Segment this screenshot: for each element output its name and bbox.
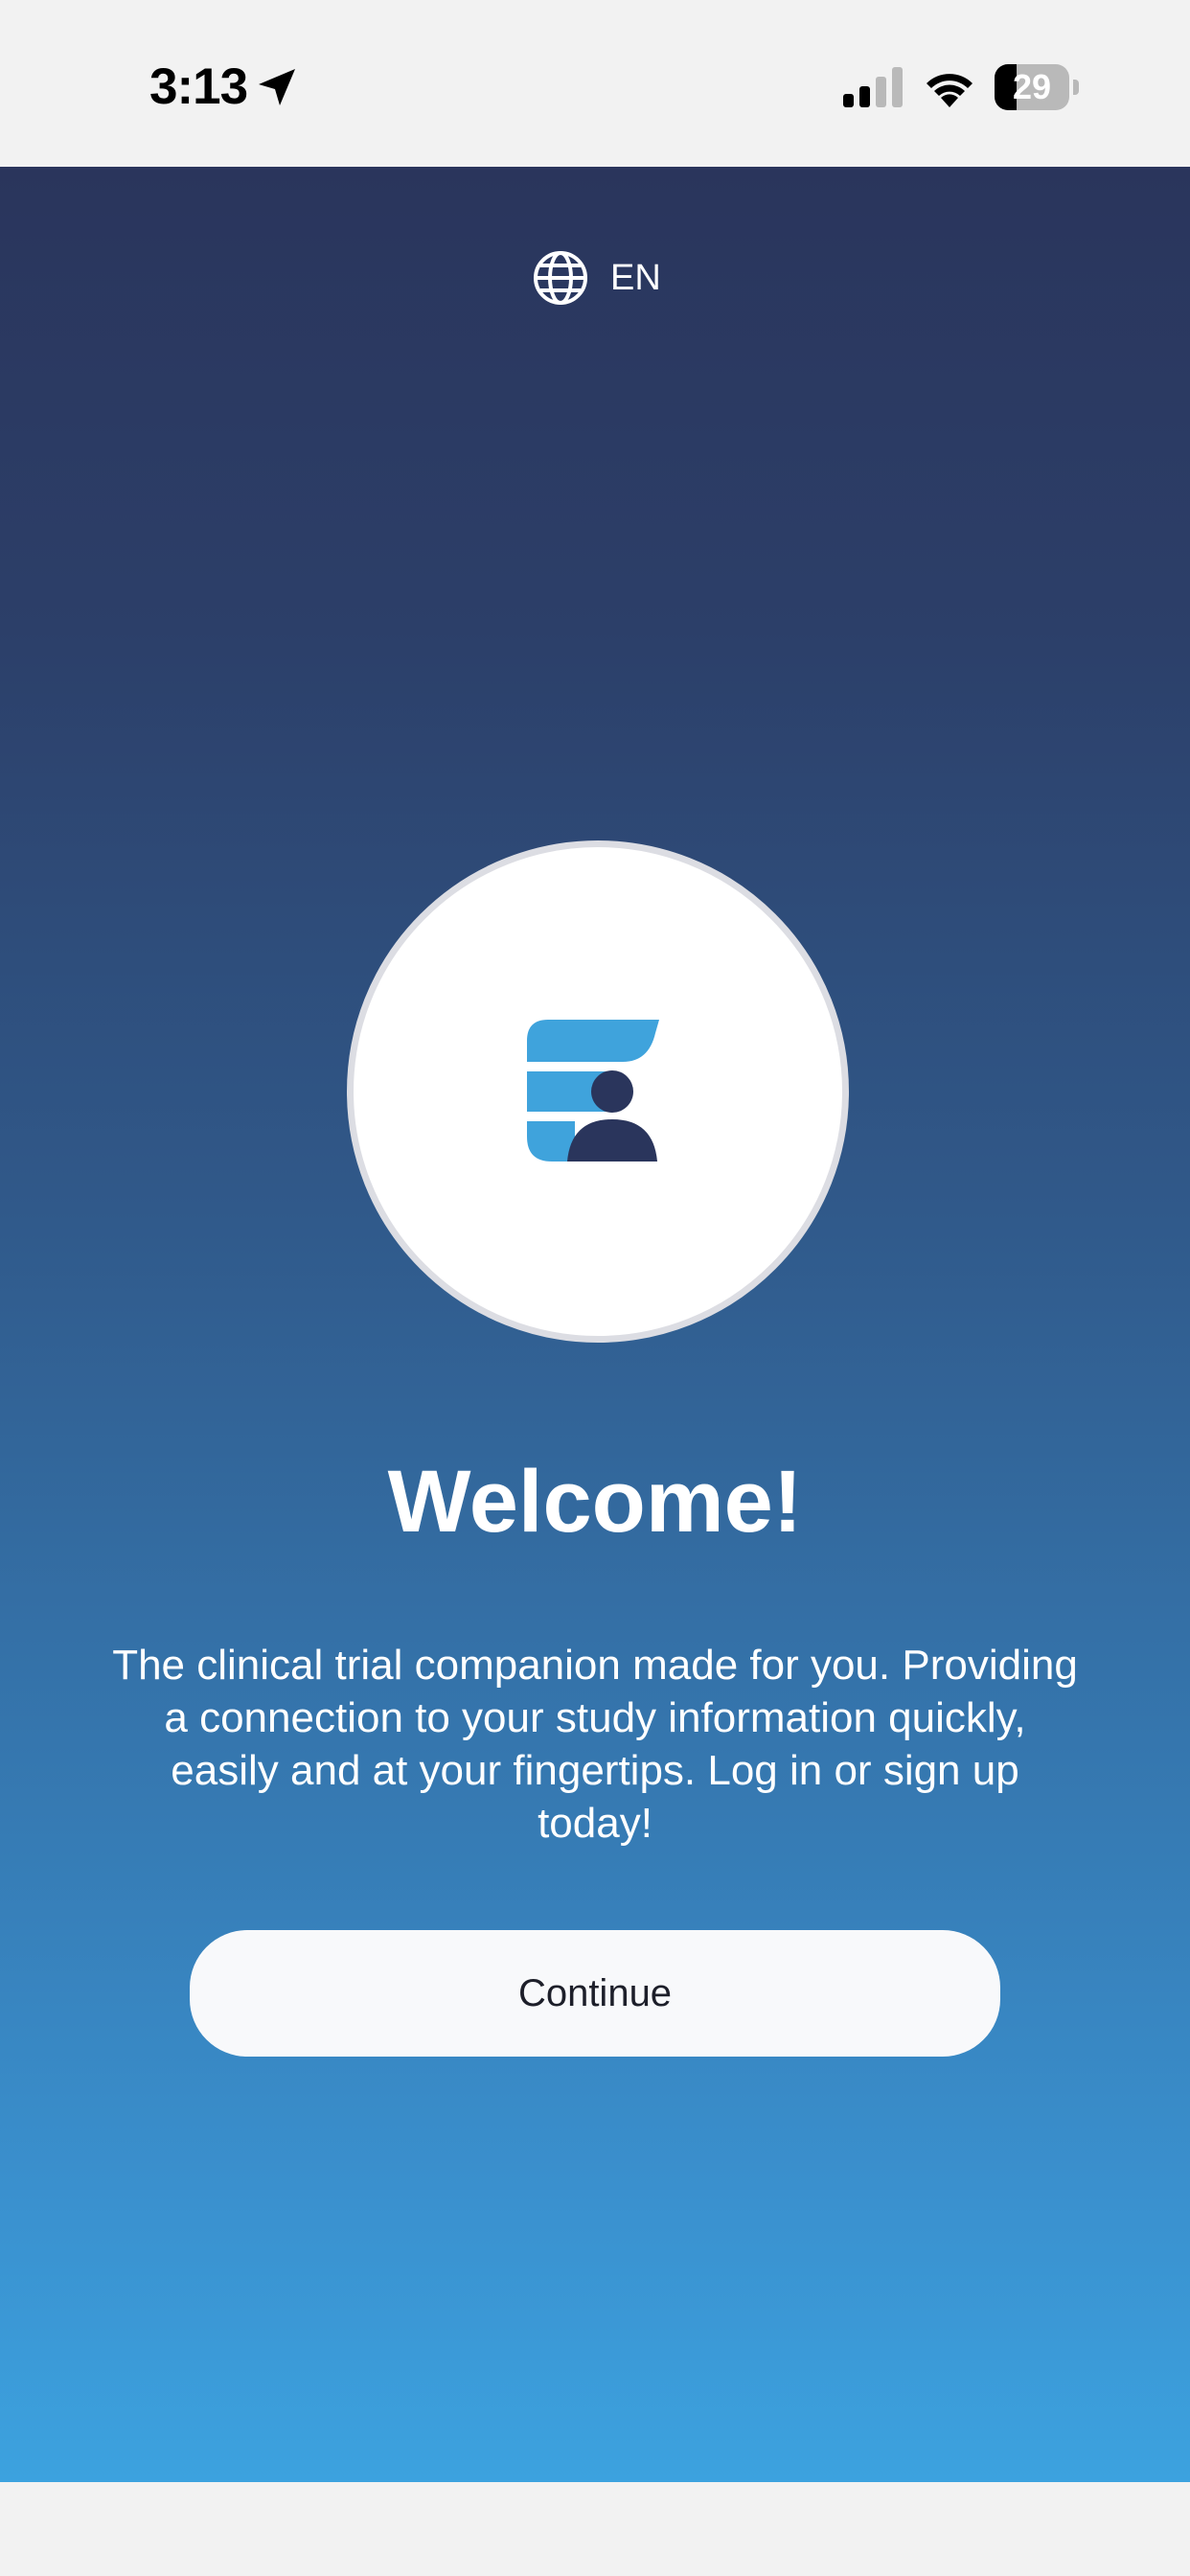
battery-body: 29: [995, 64, 1069, 110]
bottom-bar: [0, 2482, 1190, 2576]
status-bar: 3:13 29: [0, 0, 1190, 167]
location-arrow-icon: [259, 69, 295, 105]
globe-icon: [534, 251, 587, 305]
app-logo: [527, 1020, 659, 1162]
logo-circle: [347, 840, 849, 1343]
continue-button[interactable]: Continue: [190, 1930, 1000, 2057]
language-selector[interactable]: EN: [532, 249, 661, 307]
welcome-description: The clinical trial companion made for yo…: [112, 1642, 1078, 1847]
battery-level: 29: [1012, 67, 1052, 106]
welcome-title: Welcome!: [387, 1453, 803, 1551]
cellular-signal-icon: [843, 67, 903, 107]
battery-icon: 29: [995, 64, 1079, 110]
welcome-screen: EN Welcome! The clinical trial companion…: [0, 167, 1190, 2482]
status-time: 3:13: [149, 58, 248, 115]
language-label: EN: [610, 257, 661, 298]
wifi-icon: [927, 74, 973, 107]
battery-tip: [1073, 80, 1079, 95]
